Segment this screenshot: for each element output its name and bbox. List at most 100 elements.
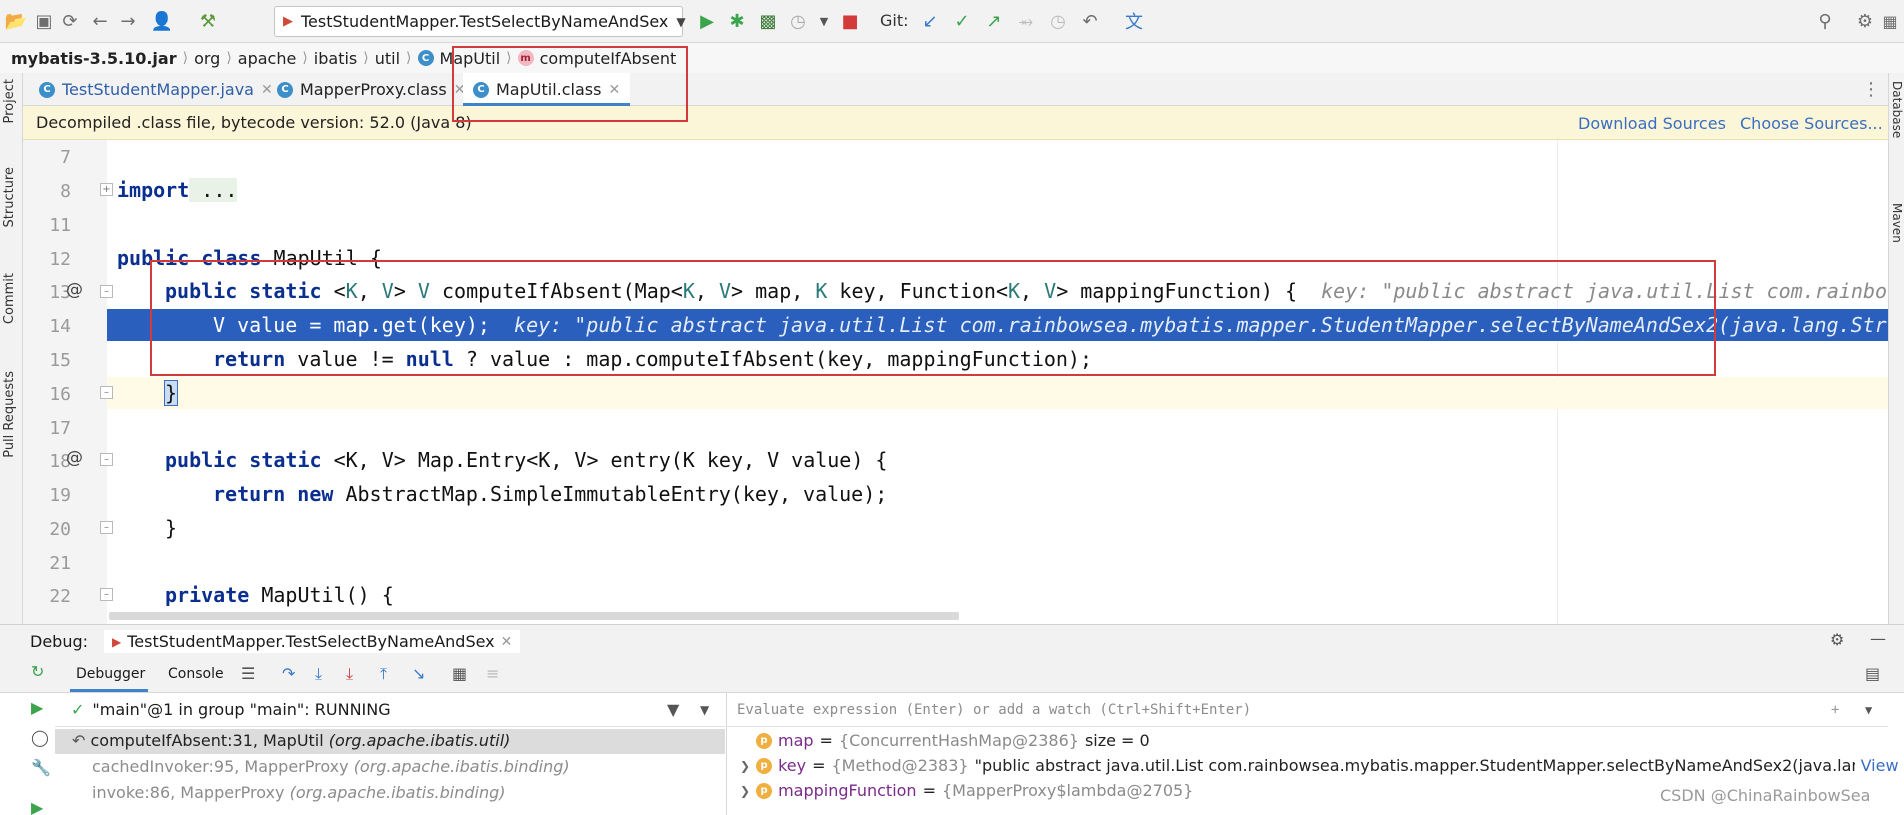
git-label: Git: [880,11,909,30]
trace-icon[interactable]: ≡ [486,664,499,683]
more-vertical-icon[interactable]: ⋮ [1859,77,1883,101]
settings-gear-icon[interactable]: ⚙ [1853,9,1877,33]
breadcrumb-util[interactable]: util [375,49,400,68]
search-icon[interactable]: ⚲ [1813,9,1837,33]
download-sources-link[interactable]: Download Sources [1578,114,1726,133]
git-commit-icon[interactable]: ✓ [950,9,974,33]
variable-row[interactable]: p map = {ConcurrentHashMap@2386} size = 0 [756,731,1150,750]
tool-tab-commit[interactable]: Commit [2,273,17,324]
breadcrumb-apache[interactable]: apache [238,49,297,68]
git-update-icon[interactable]: ↙ [918,9,942,33]
tool-tab-project[interactable]: Project [2,79,17,123]
user-icon[interactable]: 👤 [150,9,174,33]
translate-icon[interactable]: 文 [1122,9,1146,33]
variable-name: map [778,731,814,750]
layout-icon[interactable]: ▤ [1865,664,1880,683]
settings-gear-icon[interactable]: ⚙ [1830,630,1844,649]
breadcrumb-jar[interactable]: mybatis-3.5.10.jar [11,49,177,68]
thread-selector[interactable]: ✓ "main"@1 in group "main": RUNNING ▼ ▼ [55,693,725,727]
step-out-icon[interactable]: ⤒ [380,664,387,684]
back-icon[interactable]: ← [88,9,112,33]
folded-imports[interactable]: ... [189,178,238,202]
git-history-icon[interactable]: ◷ [1046,9,1070,33]
horizontal-scrollbar[interactable] [109,612,959,620]
open-folder-icon[interactable]: 📂 [4,9,28,33]
line-number: 22 [49,586,71,607]
tab-debugger[interactable]: Debugger [76,666,145,682]
decompiled-info-banner: Decompiled .class file, bytecode version… [23,106,1888,140]
code-line-22: private MapUtil() { [165,583,394,607]
resume-icon[interactable]: ▶ [31,698,43,717]
forward-icon[interactable]: → [116,9,140,33]
chevron-down-icon[interactable]: ▼ [700,703,709,717]
variable-row[interactable]: ❯ p mappingFunction = {MapperProxy$lambda… [740,781,1193,800]
run-configuration-select[interactable]: ▶ TestStudentMapper.TestSelectByNameAndS… [274,6,686,37]
implements-at-icon[interactable]: @ [66,280,83,300]
watch-expression-input[interactable]: Evaluate expression (Enter) or add a wat… [727,693,1888,727]
tool-tab-database[interactable]: Database [1890,81,1904,138]
chevron-down-icon[interactable]: ▼ [1865,703,1872,717]
fold-collapse-icon[interactable]: – [100,453,113,466]
filter-icon[interactable]: ▼ [667,700,679,719]
variable-row[interactable]: ❯ p key = {Method@2383} "public abstract … [740,756,1899,775]
more-run-chevron-icon[interactable]: ▼ [812,9,836,33]
ide-logo-icon[interactable]: ▦ [1878,9,1902,33]
line-number: 12 [49,249,71,270]
run-to-cursor-icon[interactable]: ↘ [412,664,425,683]
wrench-icon[interactable]: 🔧 [31,758,51,777]
menu-lines-icon[interactable]: ☰ [241,664,255,683]
fold-collapse-icon[interactable]: – [100,285,113,298]
tool-tab-pull-requests[interactable]: Pull Requests [2,371,17,458]
annotation-highlight-box [452,46,688,122]
line-number: 21 [49,553,71,574]
expand-arrow-icon[interactable]: ❯ [740,759,750,773]
rerun-icon[interactable]: ↻ [31,662,44,681]
close-icon[interactable]: ✕ [501,634,513,650]
active-tab-indicator [70,689,148,692]
build-hammer-icon[interactable]: ⚒ [196,9,220,33]
stack-frame[interactable]: ↶ computeIfAbsent:31, MapUtil (org.apach… [72,731,510,750]
evaluate-table-icon[interactable]: ▦ [452,664,467,683]
line-number: 8 [60,181,71,202]
git-merge-icon[interactable]: ⥇ [1014,9,1038,33]
debug-bug-icon[interactable]: ✱ [725,9,749,33]
stack-frame[interactable]: cachedInvoker:95, MapperProxy (org.apach… [92,757,570,776]
tab-console[interactable]: Console [168,666,224,682]
tab-test-student-mapper[interactable]: C TestStudentMapper.java ✕ [29,73,283,106]
param-icon: p [756,782,773,799]
implements-at-icon[interactable]: @ [66,448,83,468]
minimize-icon[interactable]: — [1870,629,1886,648]
breadcrumb-org[interactable]: org [194,49,220,68]
git-rollback-icon[interactable]: ↶ [1078,9,1102,33]
view-breakpoints-icon[interactable]: ◯ [31,728,49,747]
resume-icon[interactable]: ▶ [31,798,43,815]
profile-icon[interactable]: ◷ [786,9,810,33]
tool-tab-maven[interactable]: Maven [1890,203,1904,243]
breadcrumb-ibatis[interactable]: ibatis [314,49,357,68]
run-icon[interactable]: ▶ [695,9,719,33]
fold-collapse-icon[interactable]: – [100,386,113,399]
breadcrumb-separator: ⟩ [363,50,369,66]
tool-tab-structure[interactable]: Structure [2,167,17,227]
fold-collapse-icon[interactable]: – [100,588,113,601]
choose-sources-link[interactable]: Choose Sources... [1740,114,1883,133]
sync-icon[interactable]: ⟳ [58,9,82,33]
add-watch-icon[interactable]: + [1831,702,1839,718]
debug-session-tab[interactable]: ▶ TestStudentMapper.TestSelectByNameAndS… [104,630,521,653]
fold-collapse-icon[interactable]: – [100,521,113,534]
breadcrumb-separator: ⟩ [406,50,412,66]
check-icon: ✓ [71,700,85,719]
force-step-into-icon[interactable]: ⤓ [346,664,353,684]
coverage-icon[interactable]: ▩ [756,9,780,33]
save-icon[interactable]: ▣ [32,9,56,33]
view-link[interactable]: View [1861,756,1899,775]
step-over-icon[interactable]: ↷ [282,664,295,683]
git-push-icon[interactable]: ↗ [982,9,1006,33]
expand-arrow-icon[interactable]: ❯ [740,784,750,798]
step-into-icon[interactable]: ⤓ [315,664,322,684]
stop-icon[interactable]: ■ [838,9,862,33]
stack-frame[interactable]: invoke:86, MapperProxy (org.apache.ibati… [92,783,506,802]
fold-expand-icon[interactable]: + [100,183,113,196]
tab-mapper-proxy[interactable]: C MapperProxy.class ✕ [267,73,475,106]
code-text: } [165,516,178,540]
